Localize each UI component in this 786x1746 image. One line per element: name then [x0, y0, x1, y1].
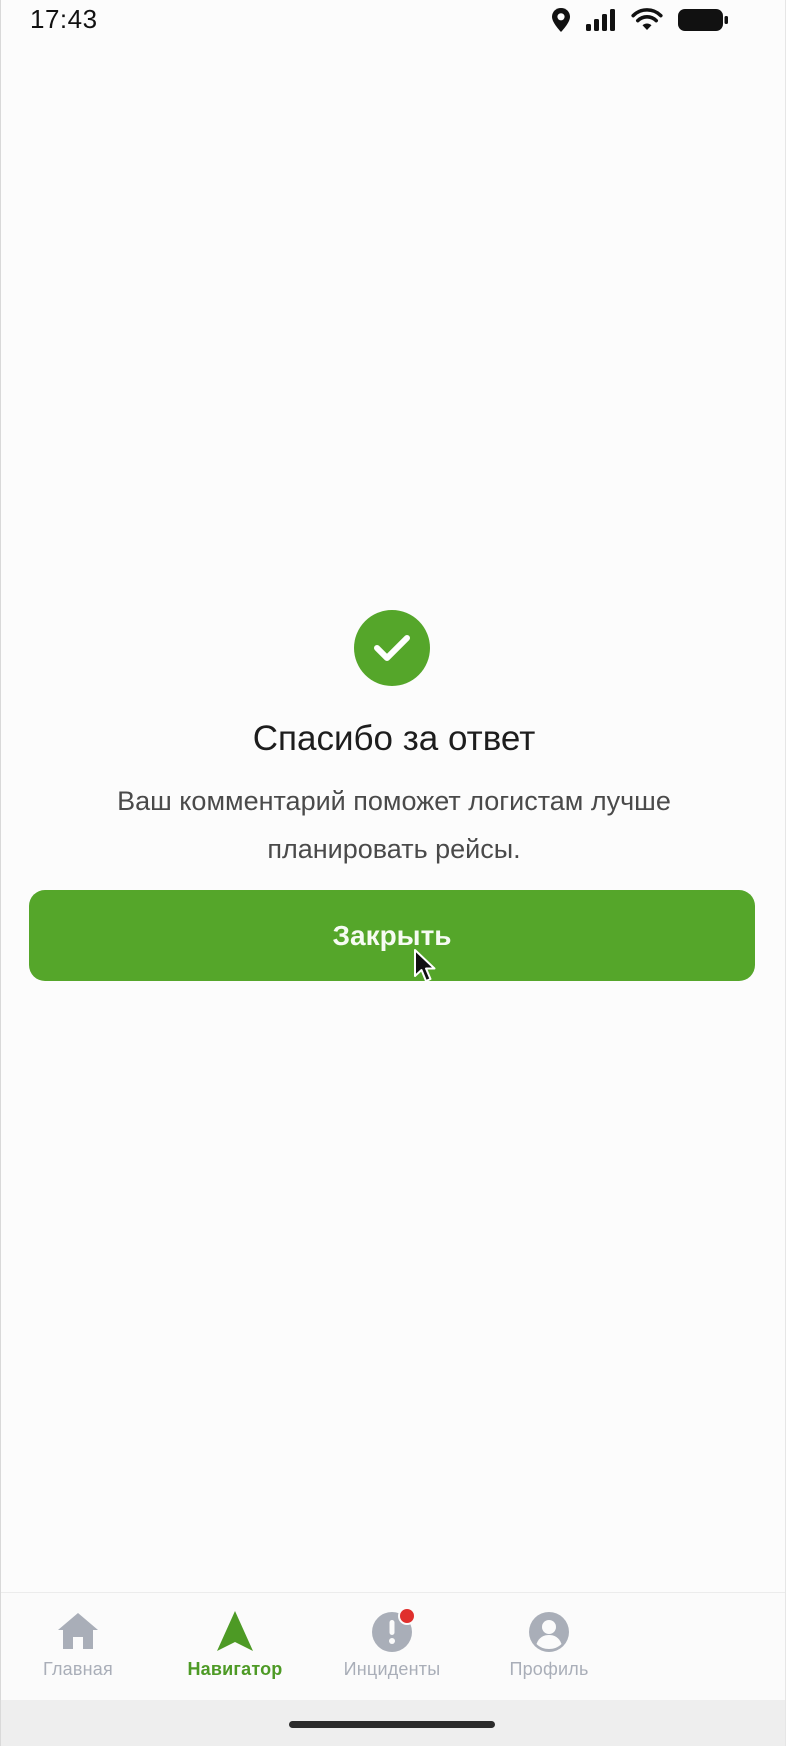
signal-icon: [585, 8, 617, 32]
nav-item-profile[interactable]: Профиль: [474, 1609, 624, 1680]
battery-icon: [677, 8, 729, 32]
alert-icon: [370, 1607, 416, 1653]
result-message: Ваш комментарий поможет логистам лучше п…: [51, 777, 737, 873]
status-icons: [551, 6, 729, 34]
status-bar: 17:43: [1, 0, 785, 44]
nav-item-incidents[interactable]: Инциденты: [317, 1607, 467, 1680]
app-screen: 17:43 Спасибо за ответ Ваш комментарий п…: [0, 0, 786, 1746]
nav-label-navigator: Навигатор: [187, 1659, 283, 1679]
home-indicator[interactable]: [289, 1721, 495, 1728]
result-message-line-1: Ваш комментарий поможет логистам лучше: [117, 786, 671, 816]
result-message-line-2: планировать рейсы.: [267, 834, 521, 864]
nav-item-home[interactable]: Главная: [3, 1609, 153, 1680]
navigation-arrow-icon: [213, 1609, 257, 1653]
nav-label-home: Главная: [43, 1659, 113, 1679]
status-time: 17:43: [30, 4, 98, 34]
incident-badge: [398, 1607, 416, 1625]
check-circle-icon: [354, 610, 430, 686]
page-title: Спасибо за ответ: [252, 719, 536, 758]
bottom-nav: Главная Навигатор Инциденты Профиль: [1, 1592, 785, 1701]
close-button[interactable]: Закрыть: [29, 890, 755, 981]
profile-icon: [527, 1609, 571, 1653]
mouse-cursor-icon: [413, 948, 437, 989]
wifi-icon: [631, 8, 663, 32]
nav-label-profile: Профиль: [509, 1659, 589, 1679]
nav-item-navigator[interactable]: Навигатор: [160, 1609, 310, 1680]
location-icon: [551, 7, 571, 33]
home-icon: [56, 1609, 100, 1653]
nav-label-incidents: Инциденты: [343, 1659, 441, 1679]
